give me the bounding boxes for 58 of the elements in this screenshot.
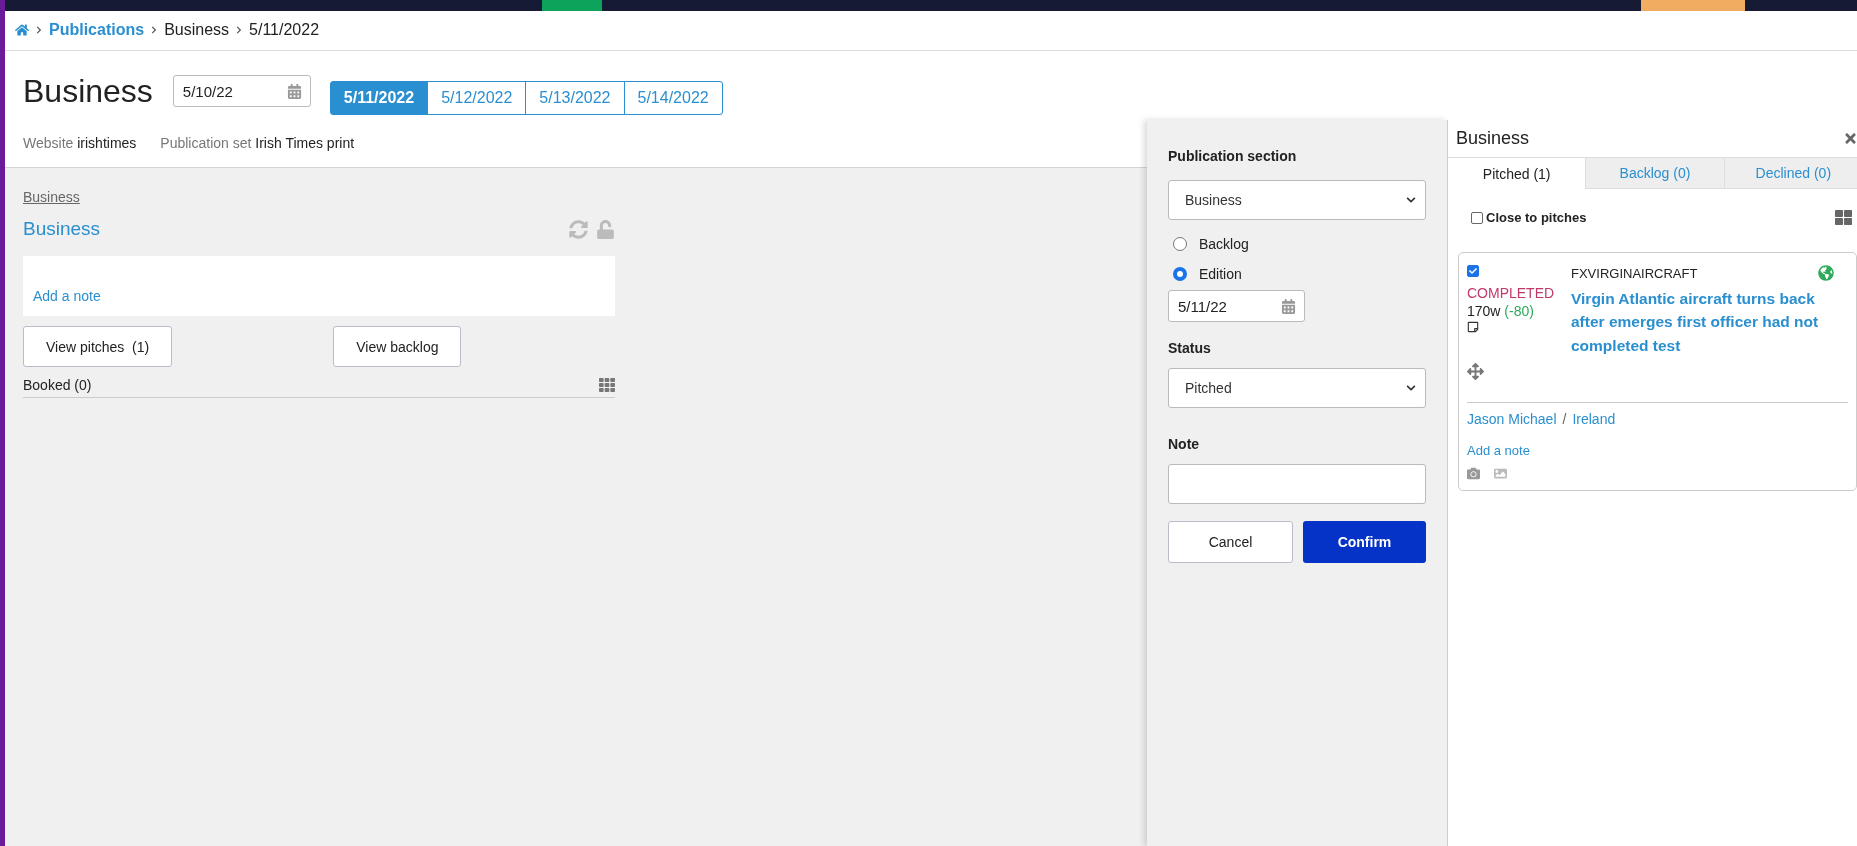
- pitch-status: COMPLETED: [1467, 285, 1555, 301]
- globe-icon: [1818, 265, 1834, 281]
- desk-link[interactable]: Ireland: [1572, 411, 1616, 427]
- pitch-slug: FXVIRGINAIRCRAFT: [1571, 265, 1698, 281]
- date-tab[interactable]: 5/13/2022: [525, 81, 625, 115]
- close-to-pitches-checkbox[interactable]: Close to pitches: [1471, 210, 1587, 225]
- field-label: Publication section: [1168, 148, 1298, 164]
- section-parent-link[interactable]: Business: [23, 189, 80, 205]
- chevron-right-icon: [235, 26, 244, 34]
- cancel-button[interactable]: Cancel: [1168, 521, 1293, 563]
- booked-count: Booked (0): [23, 377, 92, 393]
- panel-title: Business: [1456, 128, 1530, 149]
- placement-radio[interactable]: Backlog: [1168, 236, 1426, 252]
- pitch-headline[interactable]: Virgin Atlantic aircraft turns back after emerges first officer had not completed test: [1571, 287, 1848, 357]
- radio-icon[interactable]: [1173, 267, 1187, 281]
- move-icon[interactable]: [1467, 363, 1484, 380]
- chevron-right-icon: [35, 26, 43, 34]
- calendar-icon: [286, 83, 302, 99]
- breadcrumb-item: Business: [164, 21, 230, 39]
- note-input[interactable]: [1168, 464, 1426, 504]
- date-tab[interactable]: 5/11/2022: [329, 81, 429, 115]
- meta-info: Publication set Irish Times print: [160, 135, 355, 151]
- radio-icon[interactable]: [1173, 237, 1187, 251]
- separator: /: [1562, 411, 1567, 427]
- home-icon[interactable]: [15, 23, 29, 37]
- close-icon[interactable]: [1843, 131, 1857, 146]
- field-label: Status: [1168, 340, 1212, 356]
- add-note-link[interactable]: Add a note: [1467, 443, 1530, 458]
- grid-icon[interactable]: [599, 377, 615, 393]
- breadcrumb-link[interactable]: Publications: [49, 21, 145, 39]
- chevron-right-icon: [150, 26, 159, 34]
- section-select[interactable]: Business: [1168, 180, 1426, 220]
- meta-info: Website irishtimes: [23, 135, 137, 151]
- calendar-icon: [1281, 298, 1296, 314]
- author-link[interactable]: Jason Michael: [1467, 411, 1557, 427]
- word-count: 170w (-80): [1467, 303, 1534, 319]
- view-button[interactable]: View backlog: [333, 326, 462, 367]
- date-field[interactable]: 5/10/22: [172, 75, 311, 107]
- field-label: Note: [1168, 436, 1201, 452]
- camera-icon[interactable]: [1467, 467, 1480, 480]
- chevron-down-icon: [1406, 195, 1416, 205]
- grid-icon[interactable]: [1835, 209, 1852, 226]
- panel-tab[interactable]: Declined (0): [1723, 158, 1857, 189]
- note-icon[interactable]: [1467, 321, 1479, 333]
- breadcrumb-item: 5/11/2022: [249, 21, 320, 39]
- placement-radio[interactable]: Edition: [1168, 266, 1426, 282]
- checkbox[interactable]: [1467, 265, 1479, 277]
- chevron-down-icon: [1406, 383, 1416, 393]
- status-select[interactable]: Pitched: [1168, 368, 1426, 408]
- page-title: Business: [23, 72, 153, 110]
- section-title: Business: [23, 218, 101, 240]
- date-tab[interactable]: 5/12/2022: [427, 81, 527, 115]
- edition-date-field[interactable]: 5/11/22: [1168, 290, 1305, 322]
- view-button[interactable]: View pitches (1): [23, 326, 173, 367]
- confirm-button[interactable]: Confirm: [1303, 521, 1426, 563]
- add-note-link[interactable]: Add a note: [33, 288, 101, 304]
- panel-tab[interactable]: Backlog (0): [1585, 158, 1724, 189]
- date-tab[interactable]: 5/14/2022: [623, 81, 723, 115]
